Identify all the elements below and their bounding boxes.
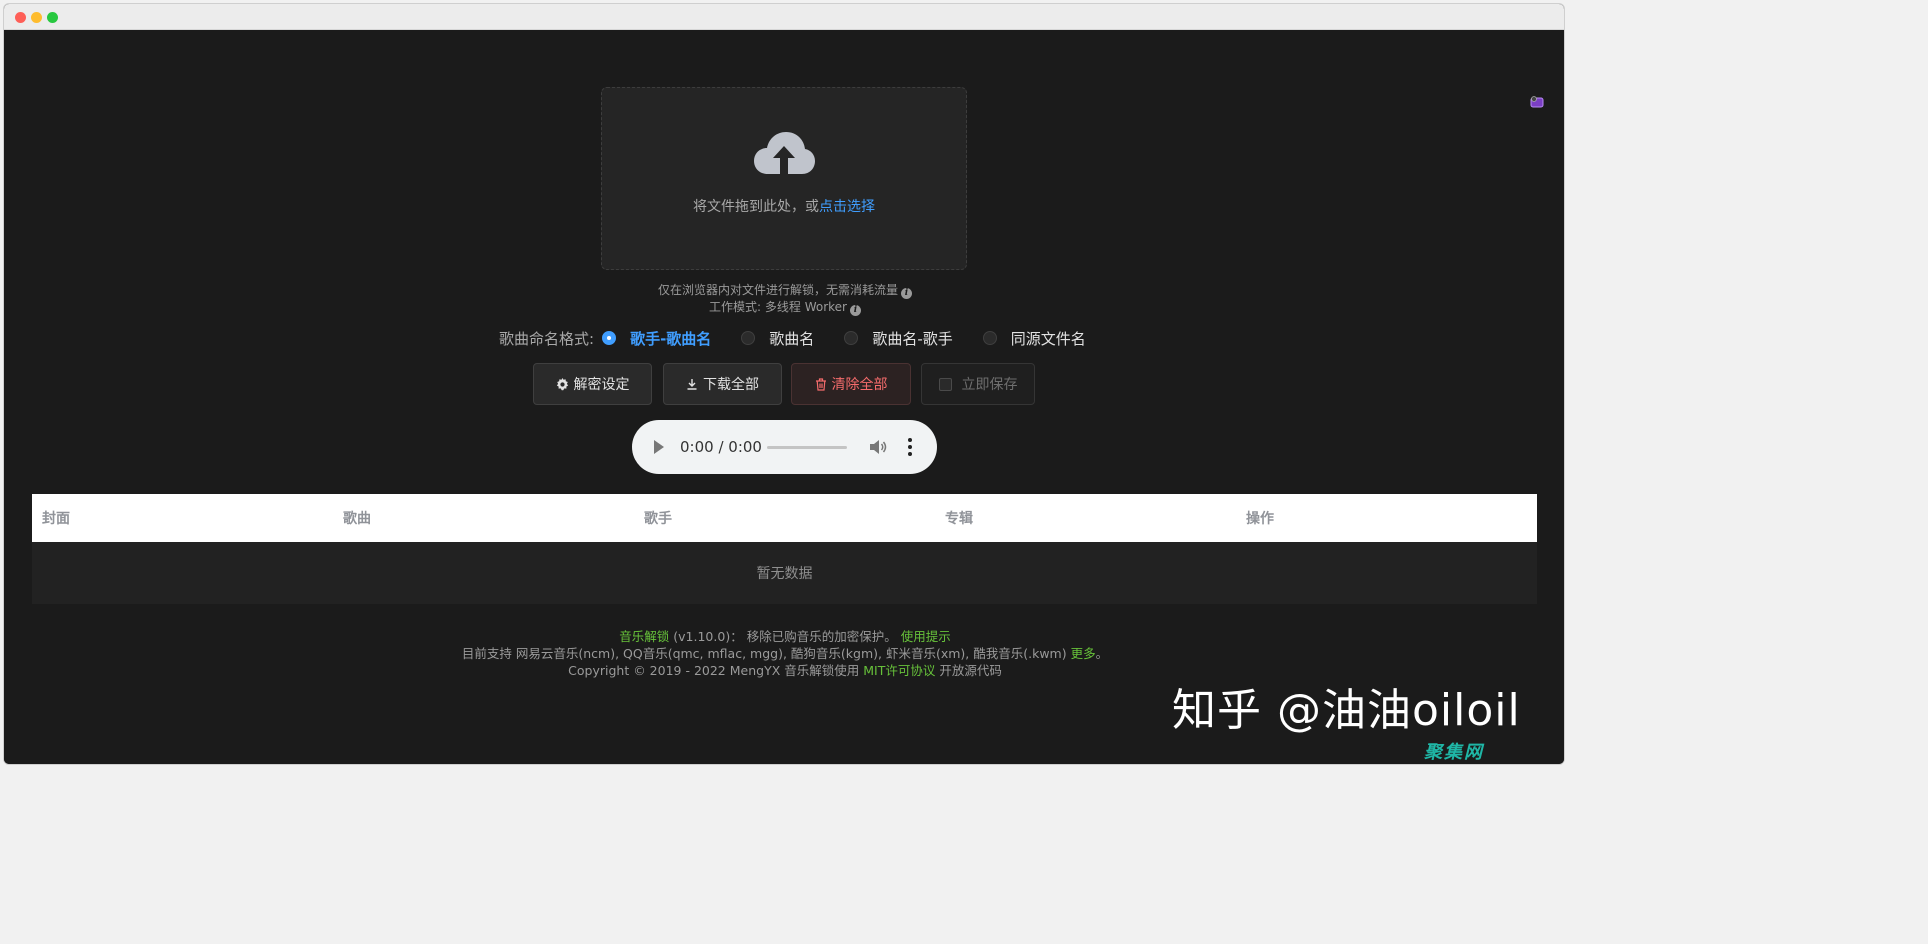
radio-label: 同源文件名: [1010, 329, 1086, 348]
upload-hint-text: 将文件拖到此处，或: [693, 199, 819, 215]
copyright-text: Copyright © 2019 - 2022 MengYX 音乐解锁使用: [568, 663, 860, 678]
decrypt-settings-label: 解密设定: [573, 377, 630, 393]
work-mode-text: 工作模式: 多线程 Worker: [709, 300, 847, 314]
audio-player: 0:00 / 0:00: [632, 420, 937, 474]
play-icon[interactable]: [654, 440, 664, 454]
seek-bar[interactable]: [767, 446, 847, 449]
more-formats-link[interactable]: 更多: [1071, 646, 1096, 661]
save-now-checkbox[interactable]: 立即保存: [921, 363, 1035, 405]
gear-icon: [556, 377, 568, 390]
naming-format-label: 歌曲命名格式:: [499, 329, 595, 348]
radio-dot: [982, 331, 997, 345]
trash-icon: [815, 377, 826, 391]
usage-tips-link[interactable]: 使用提示: [901, 629, 951, 644]
radio-dot: [602, 331, 617, 345]
watermark-site: 聚集网: [1424, 742, 1484, 763]
column-header-album: 专辑: [945, 511, 973, 527]
window-titlebar: [4, 4, 1564, 30]
download-icon: [687, 379, 697, 390]
download-all-label: 下载全部: [703, 377, 759, 393]
info-icon[interactable]: i: [849, 305, 861, 316]
work-mode-tip: 工作模式: 多线程 Worker i: [4, 298, 1564, 316]
radio-label: 歌曲名-歌手: [872, 329, 953, 348]
playback-time: 0:00 / 0:00: [680, 438, 762, 456]
extension-icon[interactable]: [1530, 96, 1544, 108]
radio-title-artist[interactable]: 歌曲名-歌手: [844, 328, 953, 349]
checkbox-box: [938, 377, 952, 391]
naming-format-group: 歌曲命名格式: 歌手-歌曲名 歌曲名 歌曲名-歌手 同源文件名: [499, 328, 1086, 348]
radio-label: 歌曲名: [769, 329, 815, 348]
app-name-link[interactable]: 音乐解锁: [619, 629, 669, 644]
file-table: 封面 歌曲 歌手 专辑 操作 暂无数据: [32, 494, 1537, 604]
more-options-icon[interactable]: [908, 438, 912, 456]
save-now-label: 立即保存: [961, 377, 1018, 393]
mit-license-link[interactable]: MIT许可协议: [863, 663, 935, 678]
radio-label: 歌手-歌曲名: [630, 329, 712, 348]
browser-window: 将文件拖到此处，或点击选择 仅在浏览器内对文件进行解锁，无需消耗流量 i 工作模式…: [3, 3, 1565, 765]
app-description: 移除已购音乐的加密保护。: [746, 629, 897, 644]
page-content: 将文件拖到此处，或点击选择 仅在浏览器内对文件进行解锁，无需消耗流量 i 工作模式…: [4, 30, 1564, 764]
table-header: 封面 歌曲 歌手 专辑 操作: [32, 494, 1537, 542]
radio-dot: [844, 331, 859, 345]
column-header-actions: 操作: [1246, 511, 1274, 527]
upload-dropzone[interactable]: 将文件拖到此处，或点击选择: [601, 87, 967, 270]
empty-state-text: 暂无数据: [756, 566, 813, 582]
footer-period: 。: [1095, 646, 1109, 661]
app-version: (v1.10.0)：: [673, 629, 743, 644]
clear-all-button[interactable]: 清除全部: [791, 363, 911, 405]
table-body: 暂无数据: [32, 542, 1537, 604]
clear-all-label: 清除全部: [831, 377, 888, 393]
watermark-zhihu: 知乎 @油油oiloil: [1172, 685, 1521, 736]
minimize-window-button[interactable]: [31, 12, 42, 23]
column-header-song: 歌曲: [343, 511, 371, 527]
upload-hint: 将文件拖到此处，或点击选择: [602, 196, 966, 216]
select-file-link[interactable]: 点击选择: [819, 199, 875, 215]
open-source-text: 开放源代码: [939, 663, 1002, 678]
cloud-upload-icon: [754, 132, 815, 174]
column-header-cover: 封面: [42, 511, 70, 527]
radio-dot: [741, 331, 756, 345]
volume-icon[interactable]: [869, 439, 887, 455]
close-window-button[interactable]: [15, 12, 26, 23]
decrypt-settings-button[interactable]: 解密设定: [533, 363, 652, 405]
local-unlock-tip-text: 仅在浏览器内对文件进行解锁，无需消耗流量: [657, 283, 898, 297]
radio-source-filename[interactable]: 同源文件名: [982, 328, 1086, 349]
column-header-artist: 歌手: [644, 511, 672, 527]
local-unlock-tip: 仅在浏览器内对文件进行解锁，无需消耗流量 i: [4, 281, 1564, 299]
download-all-button[interactable]: 下载全部: [663, 363, 782, 405]
radio-artist-title[interactable]: 歌手-歌曲名: [602, 328, 711, 349]
radio-title[interactable]: 歌曲名: [741, 328, 814, 349]
maximize-window-button[interactable]: [47, 12, 58, 23]
supported-formats: 目前支持 网易云音乐(ncm), QQ音乐(qmc, mflac, mgg), …: [461, 646, 1067, 661]
